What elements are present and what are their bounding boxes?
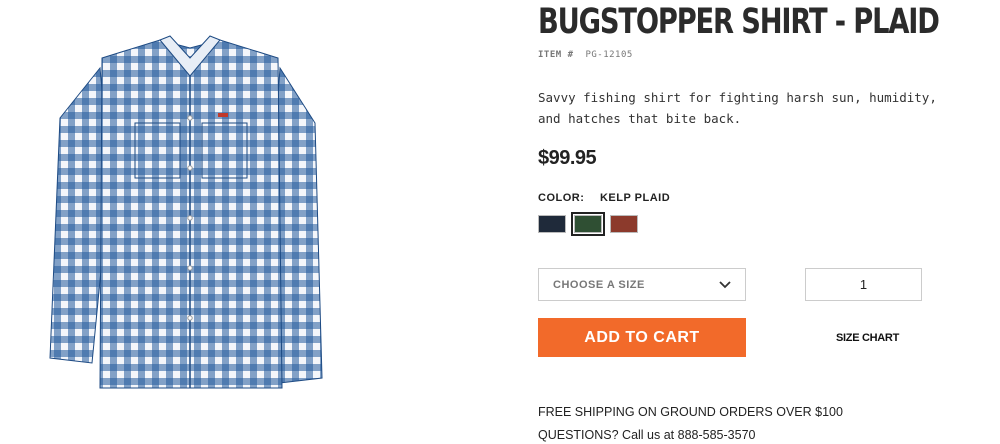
- product-price: $99.95: [538, 147, 597, 169]
- questions-info: QUESTIONS? Call us at 888-585-3570: [538, 428, 756, 442]
- product-description: Savvy fishing shirt for fighting harsh s…: [538, 90, 937, 126]
- add-to-cart-button[interactable]: ADD TO CART: [538, 318, 746, 357]
- size-chart-link[interactable]: SIZE CHART: [836, 332, 899, 344]
- product-image: [40, 28, 340, 400]
- color-selection: COLOR: KELP PLAID: [538, 192, 670, 204]
- swatch-red[interactable]: [610, 215, 638, 233]
- swatch-kelp[interactable]: [571, 212, 605, 236]
- shipping-info: FREE SHIPPING ON GROUND ORDERS OVER $100: [538, 405, 843, 419]
- item-number-line: ITEM # PG-12105: [538, 50, 633, 60]
- size-select[interactable]: CHOOSE A SIZE: [538, 268, 746, 301]
- chevron-down-icon: [719, 280, 731, 288]
- plaid-shirt-image: [49, 35, 323, 389]
- quantity-input[interactable]: [805, 268, 922, 301]
- item-number: PG-12105: [585, 50, 633, 60]
- swatch-navy[interactable]: [538, 215, 566, 233]
- product-title: BUGSTOPPER SHIRT - PLAID: [538, 2, 940, 42]
- color-swatches: [538, 212, 638, 236]
- item-number-label: ITEM #: [538, 50, 574, 60]
- selected-color: KELP PLAID: [599, 192, 671, 204]
- color-label: COLOR:: [538, 192, 585, 204]
- size-select-placeholder: CHOOSE A SIZE: [553, 278, 645, 291]
